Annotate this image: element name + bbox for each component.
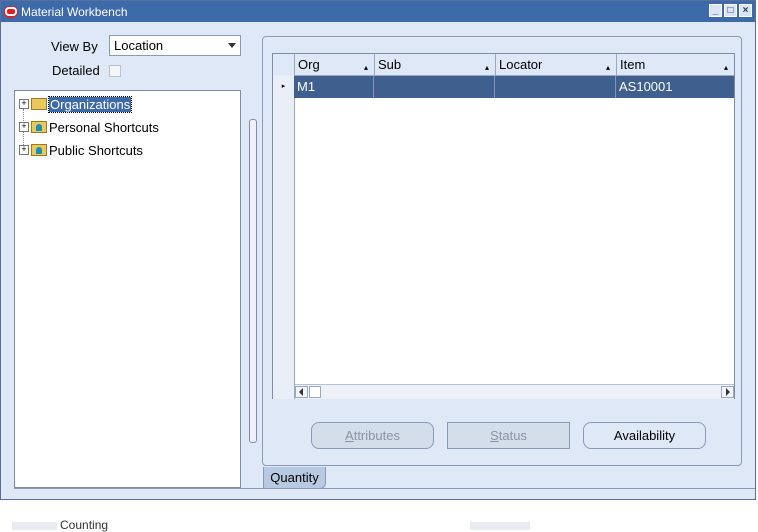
cell-sub[interactable] — [374, 76, 495, 98]
chevron-down-icon[interactable] — [228, 43, 236, 48]
sort-icon: ▴ — [723, 63, 728, 72]
expand-icon[interactable]: + — [19, 99, 29, 109]
folder-person-icon — [31, 121, 47, 133]
row-selector-column — [273, 75, 295, 399]
column-header-label: Locator — [499, 57, 543, 72]
scroll-thumb[interactable] — [309, 386, 321, 398]
grid-corner — [273, 54, 295, 75]
background-field — [470, 522, 530, 530]
horizontal-scrollbar[interactable] — [295, 384, 734, 399]
detailed-label: Detailed — [52, 63, 100, 78]
folder-icon — [31, 98, 47, 110]
tree-item-public-shortcuts[interactable]: + Public Shortcuts — [15, 141, 143, 159]
status-button[interactable]: Status — [447, 422, 570, 449]
background-field — [12, 522, 57, 530]
expand-icon[interactable]: + — [19, 122, 29, 132]
tree-item-personal-shortcuts[interactable]: + Personal Shortcuts — [15, 118, 159, 136]
cell-org[interactable]: M1 — [294, 76, 374, 98]
column-header-label: Item — [620, 57, 646, 72]
view-by-select[interactable]: Location — [109, 35, 241, 56]
attributes-button[interactable]: Attributes — [311, 422, 434, 449]
oracle-logo-icon — [4, 5, 18, 18]
column-header-org[interactable]: Org ▴ — [295, 54, 375, 75]
column-header-label: Org — [298, 57, 320, 72]
tree-item-label[interactable]: Organizations — [47, 95, 133, 113]
title-bar[interactable]: Material Workbench _ □ × — [1, 1, 755, 22]
cell-locator[interactable] — [495, 76, 616, 98]
column-header-label: Sub — [378, 57, 402, 72]
sort-icon: ▴ — [484, 63, 489, 72]
folder-person-icon — [31, 144, 47, 156]
column-header-locator[interactable]: Locator ▴ — [496, 54, 617, 75]
close-icon[interactable]: × — [739, 4, 752, 17]
splitter-scrollbar[interactable] — [249, 119, 257, 443]
grid-header: Org ▴ Sub ▴ Locator ▴ Item ▴ — [273, 54, 734, 76]
view-by-value: Location — [114, 38, 164, 53]
button-label-rest: tatus — [498, 428, 527, 443]
sort-icon: ▴ — [363, 63, 368, 72]
tree-item-organizations[interactable]: + Organizations — [15, 95, 133, 113]
organization-tree: + Organizations + Personal Shortcuts + P… — [14, 90, 241, 488]
scroll-left-icon[interactable] — [295, 386, 308, 398]
minimize-icon[interactable]: _ — [709, 4, 722, 17]
onhand-grid: Org ▴ Sub ▴ Locator ▴ Item ▴ ▸ M1 AS10001 — [272, 53, 735, 399]
availability-button[interactable]: Availability — [583, 422, 706, 449]
window-title: Material Workbench — [21, 4, 128, 19]
sort-icon: ▴ — [605, 63, 610, 72]
table-row[interactable]: M1 AS10001 — [294, 76, 734, 98]
tab-quantity[interactable]: Quantity — [263, 467, 326, 489]
divider — [14, 488, 755, 489]
button-label-rest: ttributes — [353, 428, 400, 443]
expand-icon[interactable]: + — [19, 145, 29, 155]
column-header-item[interactable]: Item ▴ — [617, 54, 734, 75]
cell-item[interactable]: AS10001 — [616, 76, 735, 98]
tree-item-label[interactable]: Personal Shortcuts — [49, 120, 159, 135]
mnemonic-letter: S — [490, 428, 499, 443]
material-workbench-window: Material Workbench _ □ × View By Locatio… — [0, 0, 756, 500]
current-row-icon[interactable]: ▸ — [273, 76, 294, 98]
scroll-right-icon[interactable] — [721, 386, 734, 398]
view-by-label: View By — [51, 39, 98, 54]
mnemonic-letter: A — [345, 428, 354, 443]
background-area: Counting — [0, 500, 758, 532]
maximize-icon[interactable]: □ — [724, 4, 737, 17]
tree-item-label[interactable]: Public Shortcuts — [49, 143, 143, 158]
column-header-sub[interactable]: Sub ▴ — [375, 54, 496, 75]
detailed-checkbox[interactable] — [109, 65, 121, 77]
